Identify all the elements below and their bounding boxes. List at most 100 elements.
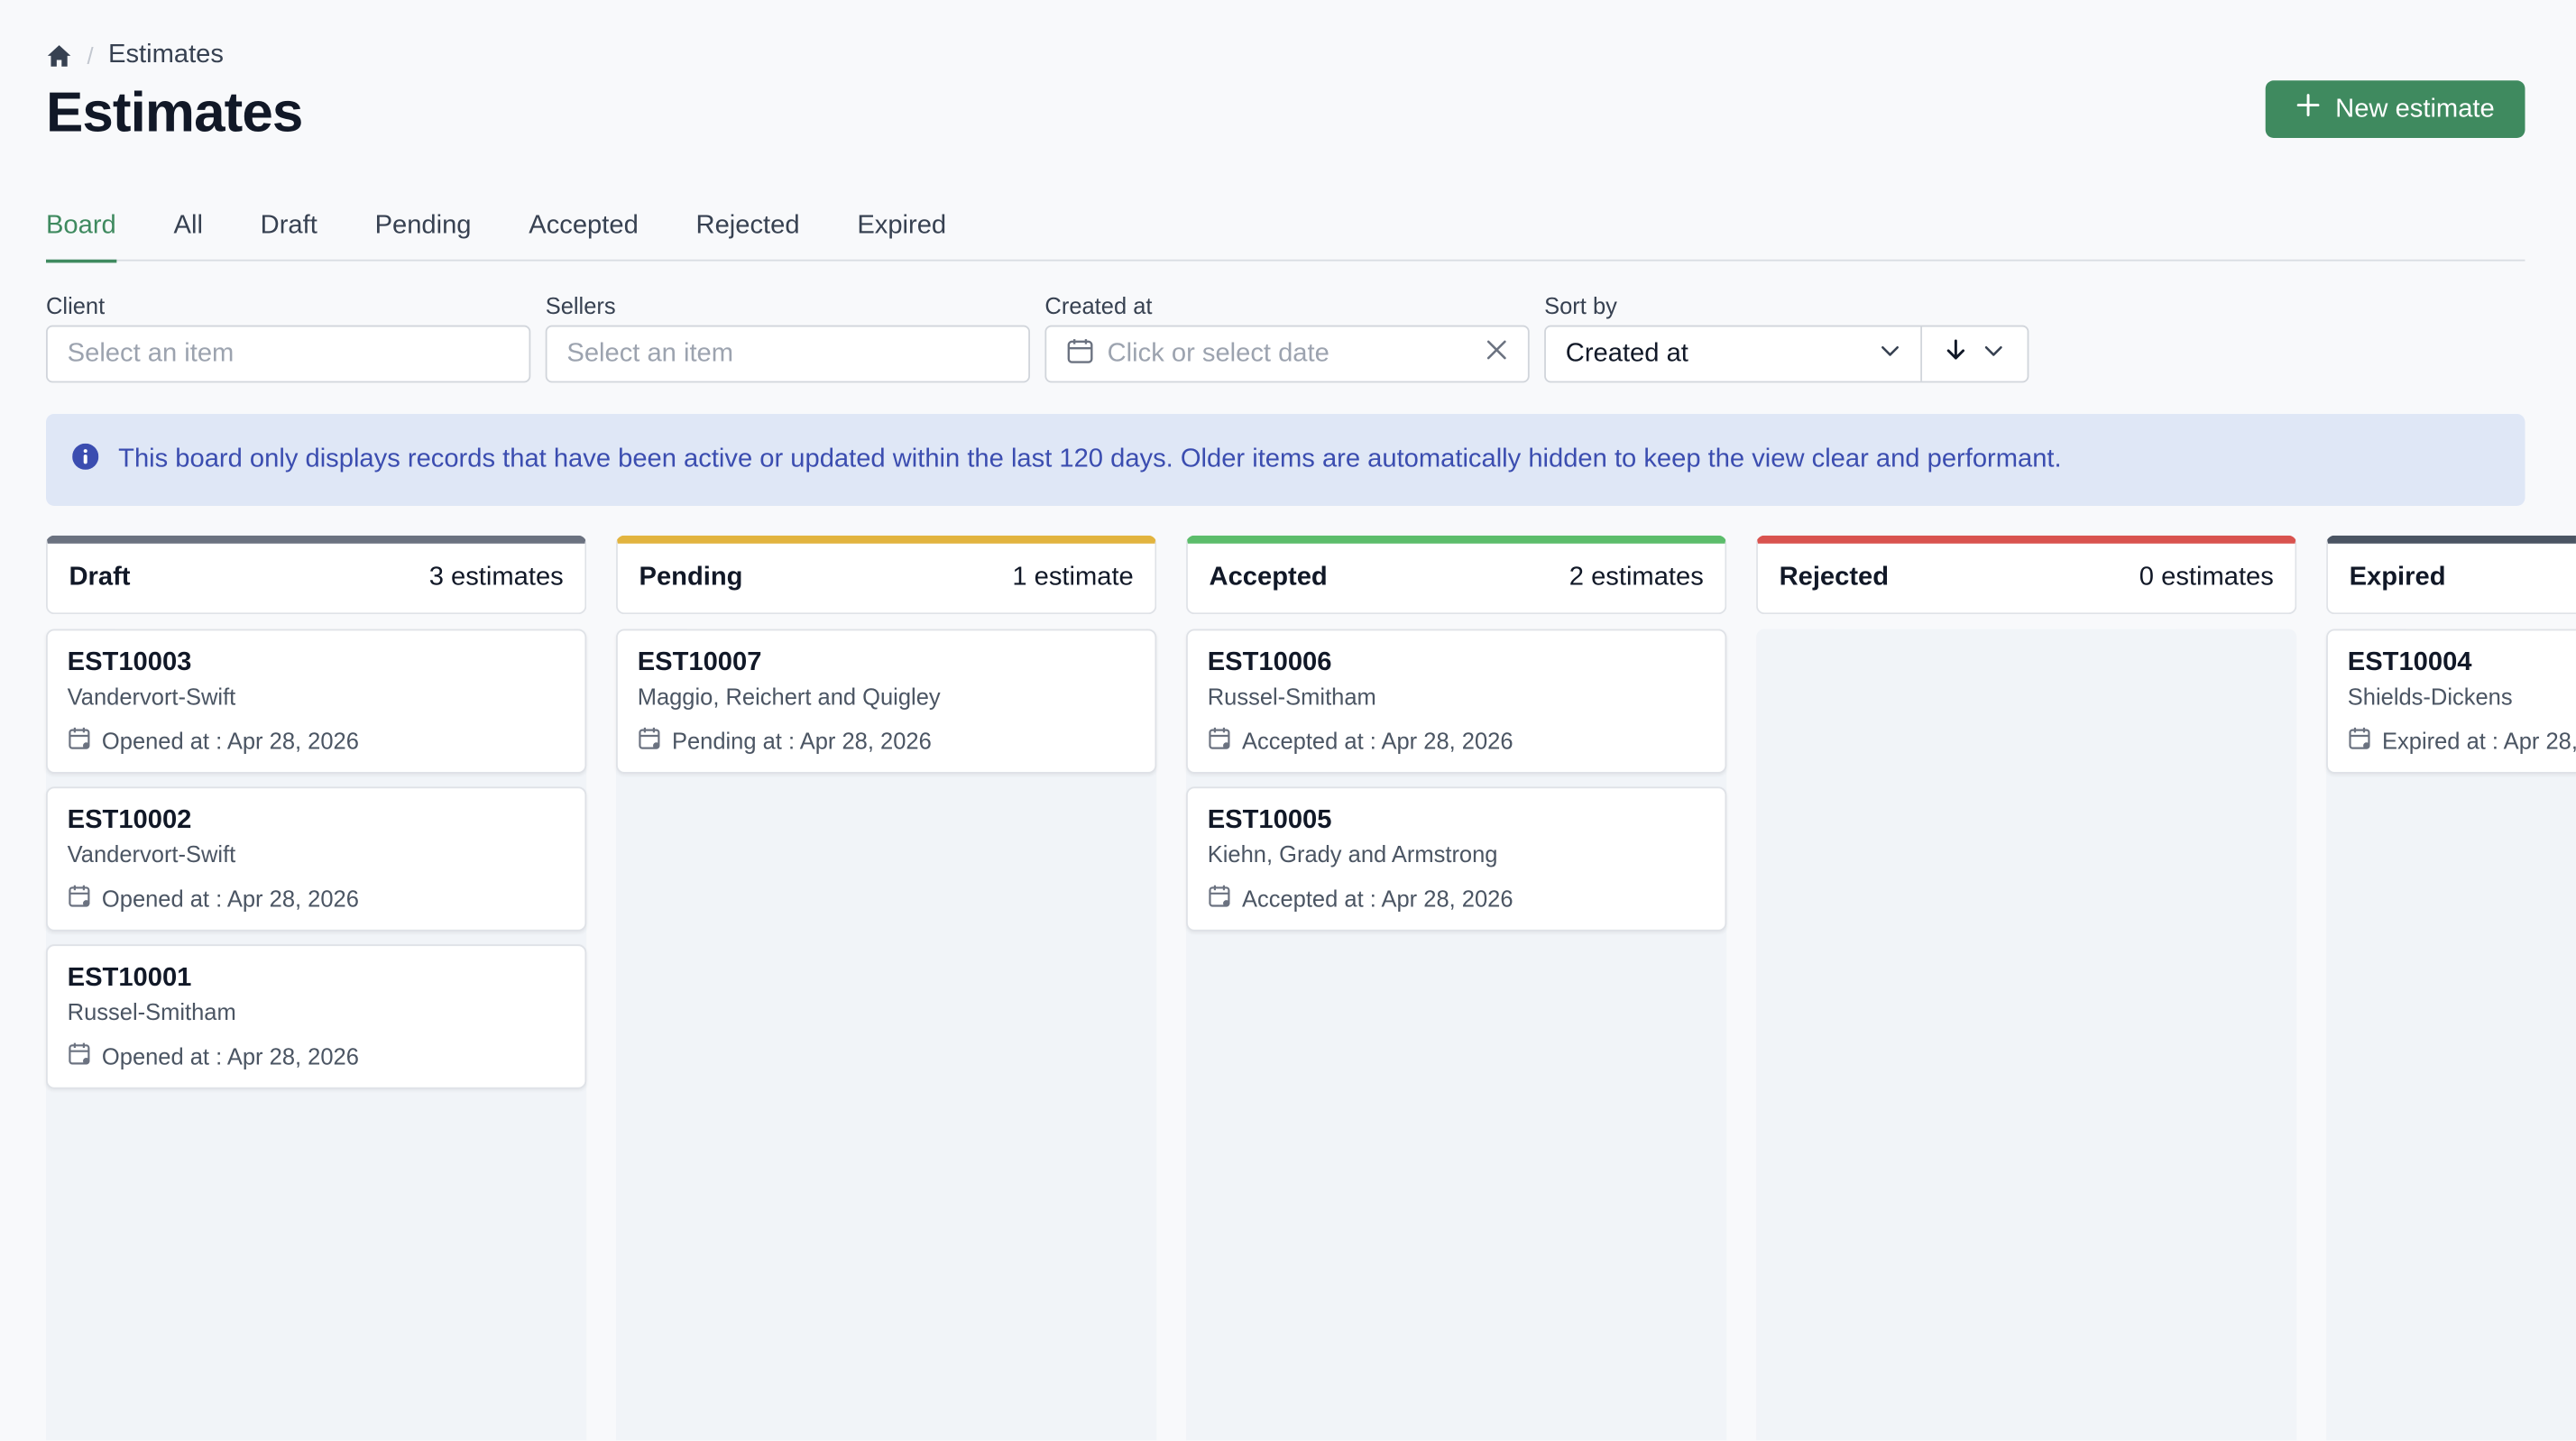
chevron-down-icon (1880, 339, 1901, 369)
column-pending: Pending 1 estimate EST10007 Maggio, Reicher… (616, 535, 1157, 1441)
calendar-icon (1208, 726, 1232, 756)
estimate-date-text: Opened at : Apr 28, 2026 (101, 1042, 359, 1069)
estimate-date: Accepted at : Apr 28, 2026 (1208, 726, 1706, 756)
estimate-date: Pending at : Apr 28, 2026 (638, 726, 1136, 756)
sort-direction-select[interactable] (1922, 326, 2028, 381)
estimate-date-text: Expired at : Apr 28, 2026 (2382, 727, 2576, 755)
created-at-date-picker[interactable]: Click or select date (1044, 325, 1530, 383)
calendar-icon (1208, 884, 1232, 913)
estimate-date: Opened at : Apr 28, 2026 (68, 726, 566, 756)
info-banner-text: This board only displays records that ha… (118, 445, 2062, 473)
estimate-client: Russel-Smitham (67, 998, 236, 1025)
column-count: 3 estimates (428, 563, 564, 592)
sellers-filter-label: Sellers (545, 292, 616, 319)
estimate-date: Accepted at : Apr 28, 2026 (1208, 884, 1706, 913)
tab-all[interactable]: All (174, 194, 203, 262)
sort-by-label: Sort by (1544, 292, 1617, 319)
info-icon (72, 442, 99, 477)
tab-pending[interactable]: Pending (375, 194, 472, 262)
column-body-pending: EST10007 Maggio, Reichert and Quigley Pend… (616, 629, 1157, 1441)
column-count: 2 estimates (1569, 563, 1704, 592)
estimate-date-text: Opened at : Apr 28, 2026 (101, 727, 359, 755)
column-header-expired: Expired (2326, 535, 2576, 615)
estimate-client: Maggio, Reichert and Quigley (637, 683, 941, 710)
arrow-down-icon (1946, 338, 1967, 370)
column-body-expired: EST10004 Shields-Dickens Expired at : Apr … (2326, 629, 2576, 1441)
estimate-card[interactable]: EST10003 Vandervort-Swift Opened at : Apr … (45, 629, 587, 774)
sort-control: Created at (1544, 325, 2029, 383)
estimate-date: Opened at : Apr 28, 2026 (68, 884, 566, 913)
column-body-rejected (1756, 629, 2297, 1441)
filter-bar: Client Select an item Sellers Select an … (45, 292, 2029, 383)
sort-field-value: Created at (1565, 339, 1688, 368)
calendar-icon (638, 726, 662, 756)
estimate-client: Vandervort-Swift (67, 840, 236, 867)
column-count: 1 estimate (1012, 563, 1134, 592)
column-header-draft: Draft 3 estimates (45, 535, 587, 615)
column-title: Expired (2349, 563, 2446, 592)
breadcrumb: / Estimates (46, 36, 2525, 76)
calendar-icon (1066, 335, 1094, 372)
sellers-select[interactable]: Select an item (545, 325, 1031, 383)
estimate-card[interactable]: EST10001 Russel-Smitham Opened at : Apr 28… (45, 944, 587, 1089)
client-filter-label: Client (45, 292, 106, 319)
new-estimate-label: New estimate (2335, 94, 2495, 123)
calendar-icon (68, 1042, 92, 1071)
sort-by-filter: Sort by Created at (1544, 292, 2029, 383)
estimate-date-text: Accepted at : Apr 28, 2026 (1241, 727, 1513, 755)
client-placeholder: Select an item (67, 339, 235, 368)
calendar-icon (68, 884, 92, 913)
estimate-card[interactable]: EST10006 Russel-Smitham Accepted at : Apr … (1186, 629, 1727, 774)
column-body-draft: EST10003 Vandervort-Swift Opened at : Apr … (45, 629, 587, 1441)
estimate-card[interactable]: EST10002 Vandervort-Swift Opened at : Apr … (45, 786, 587, 932)
column-accepted: Accepted 2 estimates EST10006 Russel-Smitha… (1186, 535, 1727, 1441)
column-header-pending: Pending 1 estimate (616, 535, 1157, 615)
estimate-id: EST10005 (1207, 806, 1332, 835)
breadcrumb-current: Estimates (108, 41, 224, 69)
new-estimate-button[interactable]: New estimate (2265, 80, 2525, 138)
estimate-date-text: Opened at : Apr 28, 2026 (101, 885, 359, 912)
estimate-id: EST10002 (67, 806, 192, 835)
column-rejected: Rejected 0 estimates (1756, 535, 2297, 1441)
breadcrumb-separator: / (87, 42, 94, 69)
tab-bar: Board All Draft Pending Accepted Rejecte… (45, 194, 2525, 263)
created-at-placeholder: Click or select date (1107, 339, 1329, 368)
home-icon[interactable] (46, 42, 72, 69)
plus-icon (2295, 94, 2319, 125)
estimate-client: Russel-Smitham (1207, 683, 1376, 710)
tab-accepted[interactable]: Accepted (529, 194, 639, 262)
tab-rejected[interactable]: Rejected (696, 194, 800, 262)
estimate-card[interactable]: EST10007 Maggio, Reichert and Quigley Pend… (616, 629, 1157, 774)
estimate-id: EST10007 (637, 648, 762, 677)
client-filter: Client Select an item (45, 292, 531, 383)
sellers-filter: Sellers Select an item (545, 292, 1031, 383)
estimate-id: EST10001 (67, 964, 192, 993)
page-header: / Estimates Estimates New estimate (46, 36, 2525, 146)
column-draft: Draft 3 estimates EST10003 Vandervort-Swift… (45, 535, 587, 1441)
clear-date-icon[interactable] (1486, 338, 1508, 370)
column-title: Accepted (1209, 563, 1328, 592)
estimate-card[interactable]: EST10005 Kiehn, Grady and Armstrong Accept… (1186, 786, 1727, 932)
sort-field-select[interactable]: Created at (1546, 326, 1923, 381)
tab-expired[interactable]: Expired (857, 194, 946, 262)
estimate-date-text: Pending at : Apr 28, 2026 (671, 727, 932, 755)
created-at-filter: Created at Click or select date (1044, 292, 1530, 383)
client-select[interactable]: Select an item (45, 325, 531, 383)
column-header-accepted: Accepted 2 estimates (1186, 535, 1727, 615)
estimate-id: EST10004 (2347, 648, 2472, 677)
sellers-placeholder: Select an item (566, 339, 734, 368)
created-at-filter-label: Created at (1044, 292, 1153, 319)
tab-draft[interactable]: Draft (261, 194, 317, 262)
column-count: 0 estimates (2139, 563, 2274, 592)
estimate-card[interactable]: EST10004 Shields-Dickens Expired at : Apr … (2326, 629, 2576, 774)
calendar-icon (2348, 726, 2372, 756)
estimate-date: Expired at : Apr 28, 2026 (2348, 726, 2576, 756)
calendar-icon (68, 726, 92, 756)
column-title: Draft (69, 563, 131, 592)
column-header-rejected: Rejected 0 estimates (1756, 535, 2297, 615)
column-title: Rejected (1779, 563, 1890, 592)
chevron-down-icon (1983, 339, 2004, 369)
column-title: Pending (639, 563, 743, 592)
page-title: Estimates (45, 82, 303, 145)
tab-board[interactable]: Board (45, 194, 116, 263)
